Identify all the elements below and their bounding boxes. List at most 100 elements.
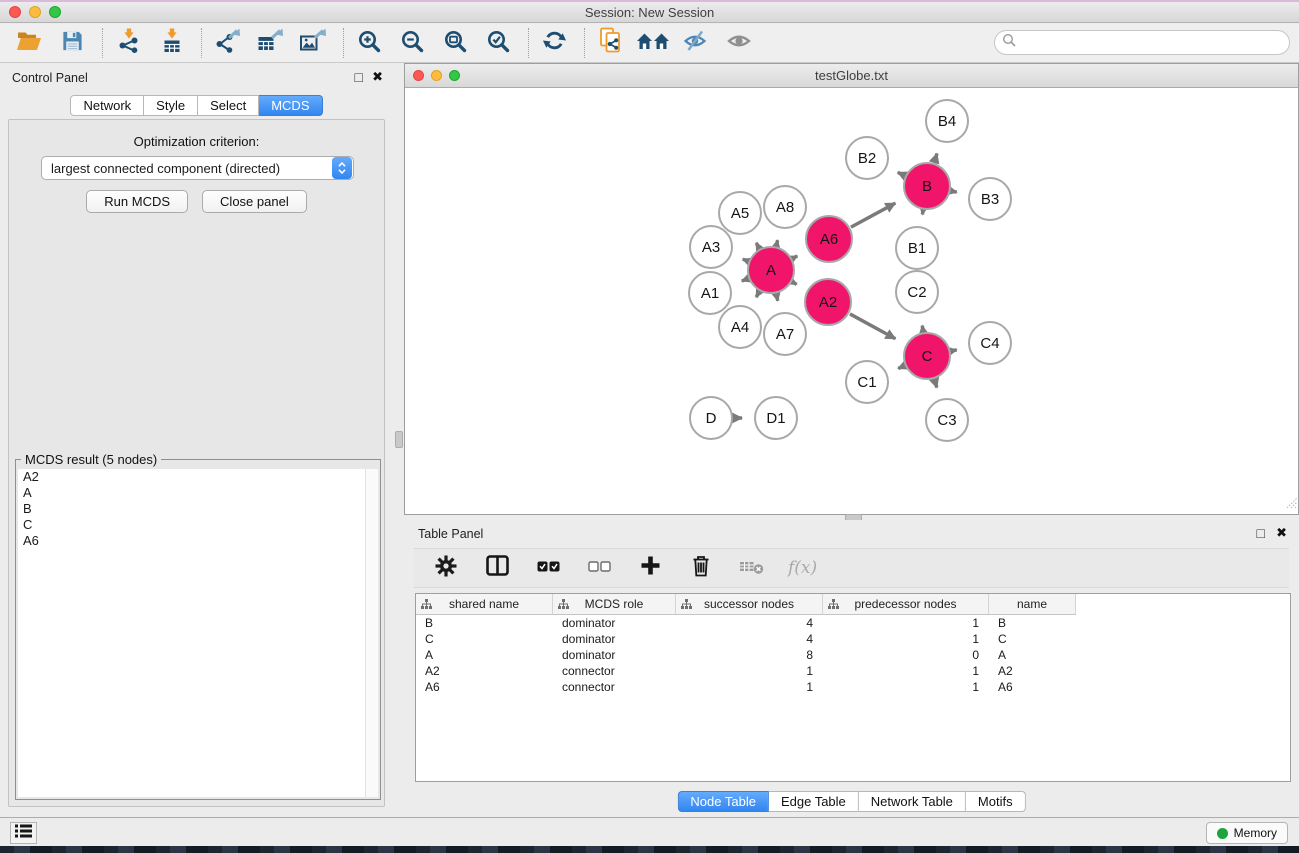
graph-node-B2[interactable] [846, 137, 888, 179]
table-settings-button[interactable] [431, 553, 461, 583]
table-cell[interactable]: 1 [823, 663, 989, 679]
hide-panels-button[interactable] [681, 28, 711, 58]
table-cell[interactable]: A6 [989, 679, 1076, 695]
table-cell[interactable]: 1 [676, 679, 823, 695]
mcds-result-item[interactable]: A [18, 485, 378, 501]
export-network-button[interactable] [212, 28, 242, 58]
function-builder-button[interactable]: f(x) [788, 558, 817, 578]
graph-edge-B-B3[interactable] [951, 191, 956, 192]
close-panel-button[interactable]: Close panel [202, 190, 307, 213]
graph-edge-A-A6[interactable] [793, 256, 797, 258]
graph-node-A3[interactable] [690, 226, 732, 268]
tab-network-table[interactable]: Network Table [859, 791, 966, 812]
graph-node-A[interactable] [748, 247, 794, 293]
open-session-button[interactable] [14, 28, 44, 58]
table-cell[interactable]: 8 [676, 647, 823, 663]
table-cell[interactable]: dominator [553, 631, 676, 647]
table-cell[interactable]: dominator [553, 615, 676, 631]
graph-node-C[interactable] [904, 333, 950, 379]
mcds-result-item[interactable]: B [18, 501, 378, 517]
table-cell[interactable]: A6 [416, 679, 553, 695]
graph-node-B1[interactable] [896, 227, 938, 269]
show-column-panel-button[interactable] [482, 553, 512, 583]
memory-button[interactable]: Memory [1206, 822, 1288, 844]
column-header-shared-name[interactable]: shared name [416, 594, 553, 615]
table-row[interactable]: A6connector11A6 [416, 679, 1290, 695]
table-cell[interactable]: B [416, 615, 553, 631]
tab-network[interactable]: Network [70, 95, 144, 116]
show-task-history-button[interactable] [10, 822, 37, 844]
deselect-all-columns-button[interactable] [584, 553, 614, 583]
optimization-criterion-select[interactable]: largest connected component (directed) [41, 156, 354, 180]
graph-node-A5[interactable] [719, 192, 761, 234]
table-cell[interactable]: B [989, 615, 1076, 631]
table-cell[interactable]: A [416, 647, 553, 663]
show-panels-button[interactable] [724, 28, 754, 58]
table-row[interactable]: Bdominator41B [416, 615, 1290, 631]
graph-edge-C-C1[interactable] [898, 366, 904, 369]
zoom-in-button[interactable] [354, 28, 384, 58]
graph-edge-B-B4[interactable] [934, 153, 937, 162]
graph-edge-B-B2[interactable] [898, 172, 905, 175]
export-table-button[interactable] [255, 28, 285, 58]
graph-node-B[interactable] [904, 163, 950, 209]
graph-edge-A-A5[interactable] [756, 243, 759, 248]
graph-node-A2[interactable] [805, 279, 851, 325]
graph-node-A8[interactable] [764, 186, 806, 228]
graph-node-C2[interactable] [896, 271, 938, 313]
home-button[interactable] [638, 28, 668, 58]
close-panel-icon[interactable]: ✖ [372, 69, 383, 85]
table-cell[interactable]: 1 [823, 615, 989, 631]
vertical-splitter-handle[interactable] [395, 431, 403, 448]
float-panel-icon[interactable]: □ [1257, 525, 1265, 541]
table-cell[interactable]: A2 [416, 663, 553, 679]
graph-edge-B-B1[interactable] [922, 211, 923, 215]
table-row[interactable]: A2connector11A2 [416, 663, 1290, 679]
table-cell[interactable]: A [989, 647, 1076, 663]
table-cell[interactable]: 1 [823, 631, 989, 647]
graph-edge-A2-C[interactable] [850, 314, 895, 339]
delete-table-button[interactable] [737, 553, 767, 583]
graph-node-D[interactable] [690, 397, 732, 439]
zoom-out-button[interactable] [397, 28, 427, 58]
graph-edge-C-C4[interactable] [951, 350, 956, 351]
graph-edge-A6-B[interactable] [851, 203, 895, 227]
table-cell[interactable]: 4 [676, 615, 823, 631]
delete-column-button[interactable] [686, 553, 716, 583]
graph-edge-C-C2[interactable] [922, 326, 923, 332]
table-row[interactable]: Cdominator41C [416, 631, 1290, 647]
table-row[interactable]: Adominator80A [416, 647, 1290, 663]
table-cell[interactable]: dominator [553, 647, 676, 663]
import-table-button[interactable] [156, 28, 186, 58]
window-resize-grip[interactable] [1284, 495, 1297, 513]
float-panel-icon[interactable]: □ [355, 69, 363, 85]
zoom-fit-button[interactable] [440, 28, 470, 58]
graph-node-A4[interactable] [719, 306, 761, 348]
table-cell[interactable]: 4 [676, 631, 823, 647]
network-canvas[interactable]: B4B2BB3A8A5A6A3B1AC2A1A2A4A7C4CC1DD1C3 [405, 89, 1298, 514]
graph-node-A6[interactable] [806, 216, 852, 262]
graph-node-A1[interactable] [689, 272, 731, 314]
table-cell[interactable]: connector [553, 663, 676, 679]
graph-edge-A-A7[interactable] [776, 294, 777, 300]
graph-edge-A-A4[interactable] [756, 292, 759, 297]
graph-edge-A-A2[interactable] [793, 282, 797, 284]
mcds-result-item[interactable]: A2 [18, 469, 378, 485]
create-column-button[interactable] [635, 553, 665, 583]
search-input[interactable] [994, 30, 1290, 55]
tab-motifs[interactable]: Motifs [966, 791, 1026, 812]
column-header-MCDS-role[interactable]: MCDS role [553, 594, 676, 615]
table-cell[interactable]: A2 [989, 663, 1076, 679]
graph-node-A7[interactable] [764, 313, 806, 355]
refresh-button[interactable] [539, 28, 569, 58]
scrollbar-track[interactable] [365, 469, 378, 797]
table-cell[interactable]: 1 [676, 663, 823, 679]
export-image-button[interactable] [298, 28, 328, 58]
graph-edge-A-A8[interactable] [776, 240, 777, 245]
select-all-columns-button[interactable] [533, 553, 563, 583]
table-cell[interactable]: 0 [823, 647, 989, 663]
table-cell[interactable]: 1 [823, 679, 989, 695]
column-header-successor-nodes[interactable]: successor nodes [676, 594, 823, 615]
tab-select[interactable]: Select [198, 95, 259, 116]
table-cell[interactable]: C [416, 631, 553, 647]
